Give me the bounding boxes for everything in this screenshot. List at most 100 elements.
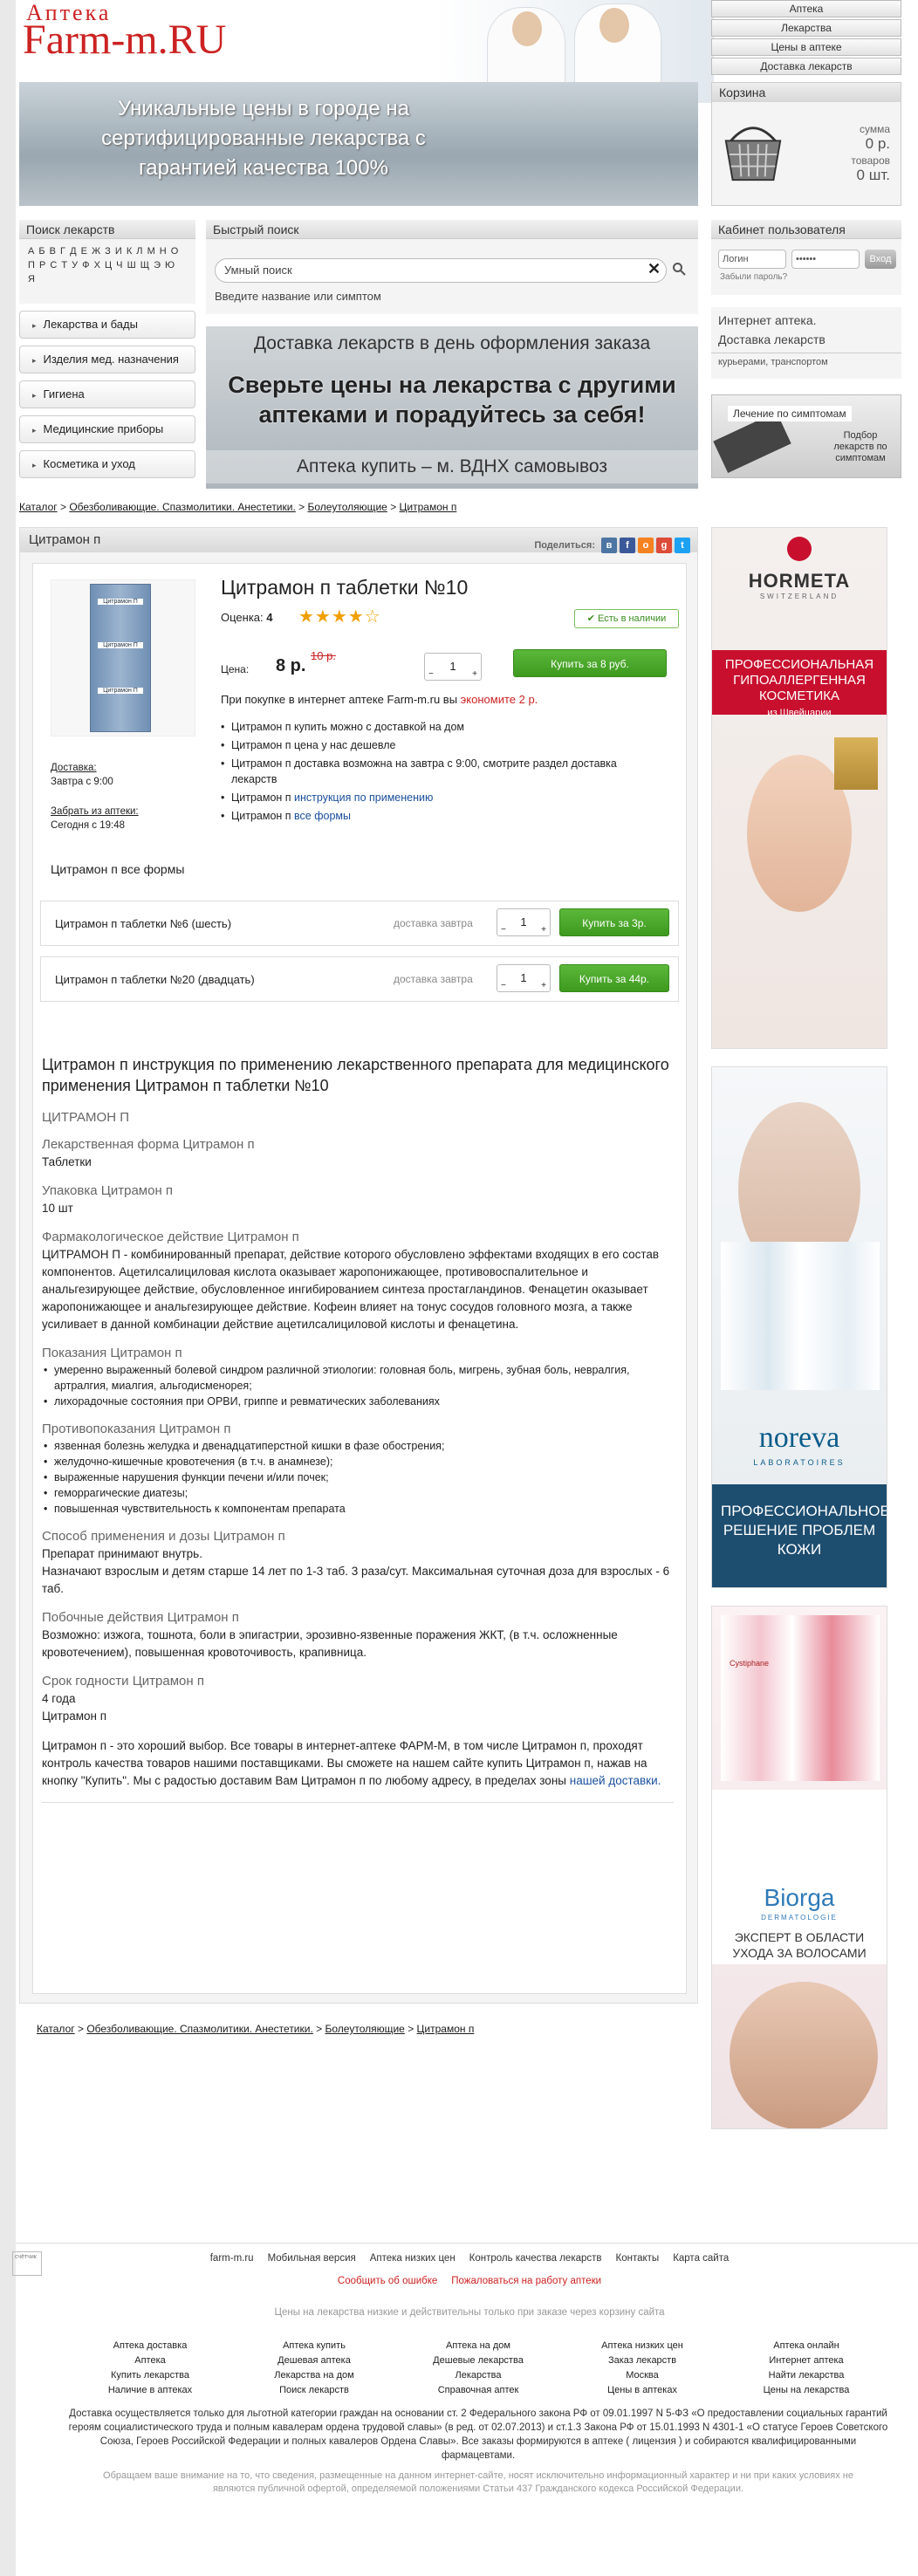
breadcrumb-catalog[interactable]: Каталог bbox=[37, 2023, 75, 2035]
footer-link[interactable]: Дешевые лекарства bbox=[396, 2353, 560, 2368]
buy-button[interactable]: Купить за 44р. bbox=[559, 964, 669, 992]
footer-link[interactable]: Контакты bbox=[616, 2253, 660, 2264]
plus-icon[interactable]: + bbox=[472, 669, 477, 680]
topnav-item-prices[interactable]: Цены в аптеке bbox=[711, 38, 901, 56]
footer-link[interactable]: farm-m.ru bbox=[210, 2253, 254, 2264]
bullet-item: Цитрамон п купить можно с доставкой на д… bbox=[221, 719, 622, 735]
site-logo[interactable]: Farm-m.RU bbox=[23, 17, 226, 63]
quick-search-title: Быстрый поиск bbox=[206, 220, 698, 239]
form-name[interactable]: Цитрамон п таблетки №6 (шесть) bbox=[55, 917, 231, 930]
quantity-stepper[interactable]: 1 − + bbox=[424, 653, 482, 681]
section-heading: Побочные действия Цитрамон п bbox=[42, 1610, 239, 1625]
footer-link[interactable]: Карта сайта bbox=[673, 2253, 729, 2264]
breadcrumb-current[interactable]: Цитрамон п bbox=[400, 501, 457, 513]
buy-button[interactable]: Купить за 8 руб. bbox=[513, 649, 667, 677]
footer-link[interactable]: Мобильная версия bbox=[268, 2253, 356, 2264]
footer-link[interactable]: Аптека низких цен bbox=[560, 2339, 724, 2353]
footer-link[interactable]: Аптека онлайн bbox=[724, 2339, 888, 2353]
cart-widget[interactable]: Корзина сумма 0 р. товаров 0 шт. bbox=[711, 82, 901, 206]
pickup-label[interactable]: Забрать из аптеки: bbox=[51, 805, 139, 819]
alphabet-panel: Поиск лекарств А Б В Г Д Е Ж З И К Л М Н… bbox=[19, 220, 195, 304]
breadcrumb-current[interactable]: Цитрамон п bbox=[417, 2023, 475, 2035]
minus-icon[interactable]: − bbox=[428, 669, 434, 680]
footer-link[interactable]: Лекарства bbox=[396, 2368, 560, 2383]
topnav-item-delivery[interactable]: Доставка лекарств bbox=[711, 58, 901, 75]
footer-link[interactable]: Найти лекарства bbox=[724, 2368, 888, 2383]
category-hygiene[interactable]: Гигиена bbox=[19, 380, 195, 408]
delivery-zone-link[interactable]: нашей доставки. bbox=[570, 1774, 661, 1787]
footer-link[interactable]: Москва bbox=[560, 2368, 724, 2383]
footer-link[interactable]: Аптека доставка bbox=[68, 2339, 232, 2353]
report-error-link[interactable]: Сообщить об ошибке bbox=[338, 2276, 437, 2286]
promo-banner[interactable]: Доставка лекарств в день оформления зака… bbox=[206, 326, 698, 489]
footer-link[interactable]: Контроль качества лекарств bbox=[469, 2253, 602, 2264]
ad-hormeta[interactable]: HORMETA SWITZERLAND ПРОФЕССИОНАЛЬНАЯ ГИП… bbox=[711, 527, 887, 1049]
complain-link[interactable]: Пожаловаться на работу аптеки bbox=[451, 2276, 601, 2286]
footer-link[interactable]: Цены на лекарства bbox=[724, 2383, 888, 2398]
footer-link[interactable]: Купить лекарства bbox=[68, 2368, 232, 2383]
instruction-link[interactable]: инструкция по применению bbox=[294, 791, 433, 804]
delivery-value: Завтра с 9:00 bbox=[51, 777, 113, 787]
footer-link[interactable]: Аптека низких цен bbox=[370, 2253, 456, 2264]
minus-icon[interactable]: − bbox=[501, 981, 506, 991]
footer-link[interactable]: Цены в аптеках bbox=[560, 2383, 724, 2398]
footer-link[interactable]: Аптека bbox=[68, 2353, 232, 2368]
category-medical-items[interactable]: Изделия мед. назначения bbox=[19, 346, 195, 373]
password-field[interactable]: •••••• bbox=[791, 250, 860, 269]
topnav-item-drugs[interactable]: Лекарства bbox=[711, 19, 901, 37]
footer-link[interactable]: Заказ лекарств bbox=[560, 2353, 724, 2368]
footer-link[interactable]: Поиск лекарств bbox=[232, 2383, 396, 2398]
form-name[interactable]: Цитрамон п таблетки №20 (двадцать) bbox=[55, 973, 255, 986]
breadcrumb-catalog[interactable]: Каталог bbox=[19, 501, 58, 513]
clear-icon[interactable]: ✕ bbox=[647, 260, 661, 278]
ad-noreva[interactable]: noreva LABORATOIRES ПРОФЕССИОНАЛЬНОЕ РЕШ… bbox=[711, 1066, 887, 1588]
all-forms-link[interactable]: все формы bbox=[294, 810, 351, 822]
alphabet-row[interactable]: П Р С Т У Ф Х Ц Ч Ш Щ Э Ю Я bbox=[28, 258, 187, 286]
alphabet-links[interactable]: А Б В Г Д Е Ж З И К Л М Н О П Р С Т У Ф … bbox=[19, 239, 195, 291]
plus-icon[interactable]: + bbox=[541, 981, 546, 991]
minus-icon[interactable]: − bbox=[501, 925, 506, 935]
forgot-password-link[interactable]: Забыли пароль? bbox=[720, 272, 787, 282]
category-devices[interactable]: Медицинские приборы bbox=[19, 415, 195, 443]
bullet-item: Цитрамон п цена у нас дешевле bbox=[221, 737, 622, 753]
footer-link[interactable]: Дешевая аптека bbox=[232, 2353, 396, 2368]
twitter-icon[interactable]: t bbox=[675, 537, 690, 553]
footer-link[interactable]: Аптека на дом bbox=[396, 2339, 560, 2353]
footer-link[interactable]: Лекарства на дом bbox=[232, 2368, 396, 2383]
search-icon[interactable] bbox=[672, 262, 686, 276]
buy-button[interactable]: Купить за 3р. bbox=[559, 908, 669, 936]
couple-photo bbox=[730, 1982, 878, 2128]
delivery-label[interactable]: Доставка: bbox=[51, 761, 139, 775]
footer-link[interactable]: Наличие в аптеках bbox=[68, 2383, 232, 2398]
breadcrumb-painkillers[interactable]: Болеутоляющие bbox=[308, 501, 387, 513]
alphabet-row[interactable]: А Б В Г Д Е Ж З И К Л М Н О bbox=[28, 244, 187, 258]
login-field[interactable]: Логин bbox=[718, 250, 786, 269]
internet-pharmacy-block[interactable]: Интернет аптека. Доставка лекарств курьер… bbox=[711, 307, 901, 379]
quantity-stepper[interactable]: 1 − + bbox=[497, 964, 551, 992]
quantity-stepper[interactable]: 1 − + bbox=[497, 908, 551, 936]
vk-icon[interactable]: в bbox=[601, 537, 617, 553]
category-drugs[interactable]: Лекарства и бады bbox=[19, 311, 195, 339]
login-button[interactable]: Вход bbox=[865, 250, 896, 269]
odnoklassniki-icon[interactable]: о bbox=[638, 537, 654, 553]
breadcrumb-painkillers[interactable]: Болеутоляющие bbox=[325, 2023, 405, 2035]
footer-link[interactable]: Интернет аптека bbox=[724, 2353, 888, 2368]
plus-icon[interactable]: + bbox=[541, 925, 546, 935]
symptoms-block[interactable]: Лечение по симптомам Подбор лекарств по … bbox=[711, 394, 901, 478]
facebook-icon[interactable]: f bbox=[620, 537, 635, 553]
counter-badge[interactable]: счётчик bbox=[12, 2251, 42, 2276]
product-bullets: Цитрамон п купить можно с доставкой на д… bbox=[221, 719, 622, 826]
outro-text: Цитрамон п - это хороший выбор. Все това… bbox=[42, 1737, 674, 1790]
pill-box-image: Цитрамон П Цитрамон П Цитрамон П bbox=[90, 584, 151, 732]
rating-stars[interactable]: ★★★★☆ bbox=[298, 606, 381, 627]
product-image[interactable]: Цитрамон П Цитрамон П Цитрамон П bbox=[51, 579, 195, 736]
ad-biorga[interactable]: Cystiphane Biorga DERMATOLOGIE ЭКСПЕРТ В… bbox=[711, 1606, 887, 2129]
search-input[interactable]: Умный поиск bbox=[215, 258, 667, 283]
footer-link[interactable]: Аптека купить bbox=[232, 2339, 396, 2353]
googleplus-icon[interactable]: g bbox=[656, 537, 672, 553]
topnav-item-pharmacy[interactable]: Аптека bbox=[711, 0, 901, 17]
category-cosmetics[interactable]: Косметика и уход bbox=[19, 450, 195, 478]
breadcrumb-analgesics[interactable]: Обезболивающие. Спазмолитики. Анестетики… bbox=[69, 501, 296, 513]
footer-link[interactable]: Справочная аптек bbox=[396, 2383, 560, 2398]
breadcrumb-analgesics[interactable]: Обезболивающие. Спазмолитики. Анестетики… bbox=[86, 2023, 313, 2035]
